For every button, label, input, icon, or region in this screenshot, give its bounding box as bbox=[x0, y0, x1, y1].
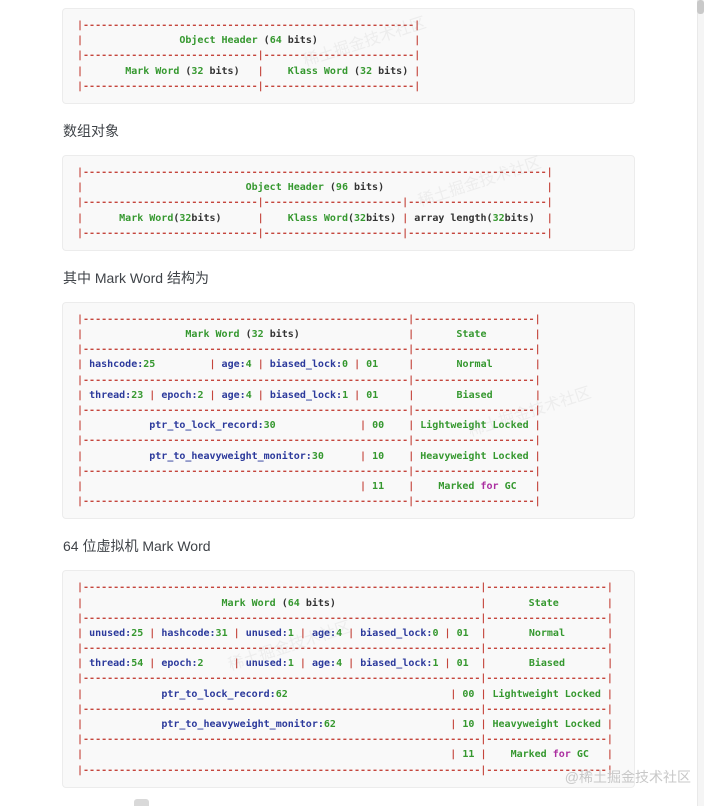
article-page: |---------------------------------------… bbox=[0, 0, 704, 806]
section-label-markword64-intro: 64 位虚拟机 Mark Word bbox=[63, 538, 211, 555]
scrollbar-track[interactable] bbox=[697, 0, 704, 806]
code-block-object-header-64: |---------------------------------------… bbox=[62, 8, 635, 104]
article-content: |---------------------------------------… bbox=[62, 8, 635, 805]
section-label-markword-intro: 其中 Mark Word 结构为 bbox=[63, 269, 209, 286]
code-block-mark-word-32: |---------------------------------------… bbox=[62, 301, 635, 520]
cut-off-element bbox=[134, 799, 149, 806]
scrollbar-thumb[interactable] bbox=[697, 0, 704, 14]
code-block-mark-word-64: |---------------------------------------… bbox=[62, 570, 635, 788]
section-label-array-object: 数组对象 bbox=[63, 122, 119, 139]
code-block-object-header-96: |---------------------------------------… bbox=[62, 154, 635, 251]
